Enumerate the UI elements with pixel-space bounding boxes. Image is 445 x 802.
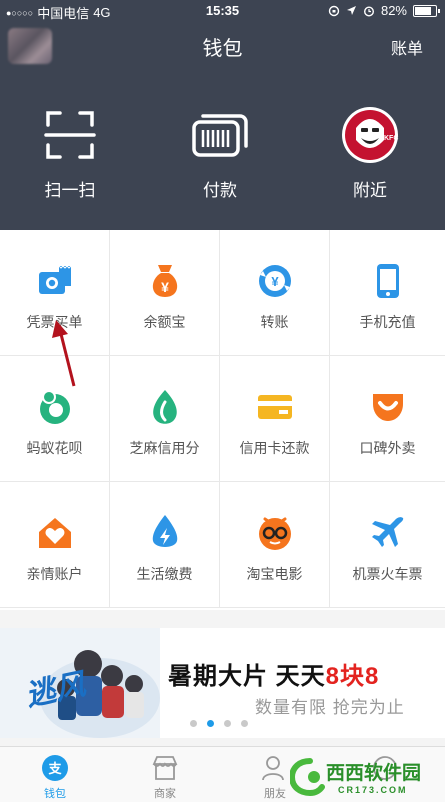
service-label: 信用卡还款 bbox=[239, 440, 310, 456]
sesame-icon bbox=[152, 390, 177, 424]
watermark-url: CR173.COM bbox=[338, 785, 408, 795]
service-topup[interactable]: 手机充值 bbox=[330, 230, 445, 356]
headline-price: 8块8 bbox=[325, 663, 380, 690]
barcode-icon bbox=[192, 114, 248, 157]
service-flight[interactable]: 机票火车票 bbox=[330, 482, 445, 608]
quick-actions: 扫一扫 付款 KFC 附近 bbox=[0, 104, 445, 204]
alipay-wallet-icon: 支 bbox=[42, 755, 68, 781]
movie-poster-art: 逃风 bbox=[0, 628, 160, 738]
scan-icon bbox=[44, 111, 96, 159]
service-label: 手机充值 bbox=[359, 314, 416, 330]
scan-label: 扫一扫 bbox=[44, 181, 96, 200]
battery-percent: 82% bbox=[380, 3, 407, 18]
service-label: 凭票买单 bbox=[26, 314, 83, 330]
svg-text:¥: ¥ bbox=[271, 274, 279, 289]
carousel-dot[interactable] bbox=[241, 720, 248, 727]
carousel-dot[interactable] bbox=[224, 720, 231, 727]
shop-icon bbox=[152, 756, 178, 780]
promo-banner[interactable]: 逃风 暑期大片 天天8块8 数量有限 抢完为止 bbox=[0, 628, 445, 738]
service-movie[interactable]: 淘宝电影 bbox=[220, 482, 330, 608]
pay-button[interactable]: 付款 bbox=[165, 104, 275, 201]
bill-button[interactable]: 账单 bbox=[391, 35, 423, 59]
tab-label: 商家 bbox=[154, 788, 176, 800]
friends-icon bbox=[262, 756, 284, 781]
tab-wallet[interactable]: 支 钱包 bbox=[0, 747, 110, 802]
battery-icon bbox=[413, 4, 440, 17]
service-receipt[interactable]: 凭票买单 bbox=[0, 230, 110, 356]
family-heart-icon bbox=[38, 518, 71, 548]
location-icon bbox=[346, 6, 356, 15]
tab-merchants[interactable]: 商家 bbox=[110, 747, 220, 802]
service-transfer[interactable]: ¥ 转账 bbox=[220, 230, 330, 356]
watermark-name: 西西软件园 bbox=[326, 761, 421, 784]
rotation-lock-icon bbox=[328, 5, 340, 16]
credit-card-icon bbox=[257, 395, 292, 419]
scan-button[interactable]: 扫一扫 bbox=[15, 104, 125, 201]
carousel-dots bbox=[190, 720, 248, 727]
kfc-logo: KFC bbox=[342, 107, 398, 163]
tab-label: 钱包 bbox=[44, 788, 66, 800]
svg-text:KFC: KFC bbox=[384, 135, 398, 142]
services-grid: 凭票买单 ¥ 余额宝 ¥ 转账 手机充值 蚂蚁花呗 芝麻信用分 信用卡还款 口碑… bbox=[0, 230, 445, 610]
nav-bar: 钱包 账单 bbox=[0, 24, 445, 68]
status-bar: ●○○○○ 中国电信 4G 15:35 82% bbox=[0, 0, 445, 22]
service-label: 口碑外卖 bbox=[359, 440, 416, 456]
utility-drop-icon bbox=[152, 515, 177, 547]
banner-headline: 暑期大片 天天8块8 bbox=[168, 656, 379, 691]
service-label: 蚂蚁花呗 bbox=[26, 440, 83, 456]
svg-text:支: 支 bbox=[47, 761, 62, 777]
service-family[interactable]: 亲情账户 bbox=[0, 482, 110, 608]
huabei-icon bbox=[39, 390, 70, 424]
phone-icon bbox=[376, 264, 399, 298]
battery-fill bbox=[415, 6, 431, 15]
headline-text: 暑期大片 天天 bbox=[168, 663, 326, 690]
service-label: 芝麻信用分 bbox=[129, 440, 200, 456]
page-title: 钱包 bbox=[202, 38, 243, 60]
receipt-camera-icon bbox=[38, 265, 71, 294]
nearby-button[interactable]: KFC 附近 bbox=[315, 104, 425, 201]
service-huabei[interactable]: 蚂蚁花呗 bbox=[0, 356, 110, 482]
service-creditcard[interactable]: 信用卡还款 bbox=[220, 356, 330, 482]
site-watermark: 西西软件园 CR173.COM bbox=[290, 758, 421, 797]
service-label: 余额宝 bbox=[143, 314, 186, 330]
airplane-icon bbox=[371, 517, 403, 547]
alarm-icon bbox=[363, 5, 374, 17]
service-yuebao[interactable]: ¥ 余额宝 bbox=[110, 230, 220, 356]
pay-label: 付款 bbox=[203, 181, 237, 200]
banner-subline: 数量有限 抢完为止 bbox=[255, 698, 405, 717]
transfer-icon: ¥ bbox=[258, 265, 291, 297]
service-sesame[interactable]: 芝麻信用分 bbox=[110, 356, 220, 482]
taobao-movie-icon bbox=[258, 517, 291, 550]
service-label: 生活缴费 bbox=[136, 566, 193, 582]
service-label: 机票火车票 bbox=[352, 566, 423, 582]
koubei-icon bbox=[372, 394, 403, 421]
service-label: 转账 bbox=[260, 314, 289, 330]
service-label: 淘宝电影 bbox=[246, 566, 303, 582]
service-koubei[interactable]: 口碑外卖 bbox=[330, 356, 445, 482]
carousel-dot[interactable] bbox=[207, 720, 214, 727]
nearby-label: 附近 bbox=[353, 181, 387, 200]
carousel-dot[interactable] bbox=[190, 720, 197, 727]
svg-text:¥: ¥ bbox=[161, 279, 169, 295]
money-bag-icon: ¥ bbox=[152, 265, 177, 297]
top-panel: ●○○○○ 中国电信 4G 15:35 82% 钱包 账单 扫一扫 付款 KFC… bbox=[0, 0, 445, 230]
service-label: 亲情账户 bbox=[26, 566, 83, 582]
service-utility[interactable]: 生活缴费 bbox=[110, 482, 220, 608]
